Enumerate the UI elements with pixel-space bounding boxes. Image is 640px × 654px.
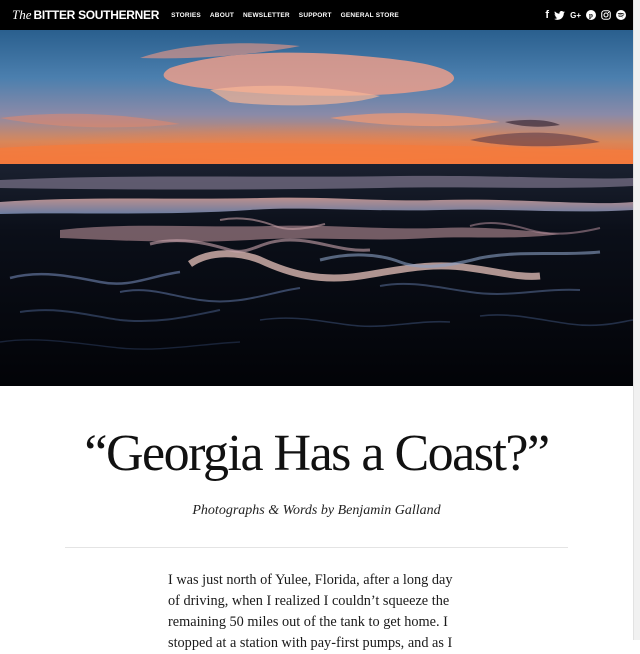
logo-the-text: The <box>12 7 32 22</box>
divider <box>65 547 568 548</box>
article-title: “Georgia Has a Coast?” <box>84 425 550 482</box>
instagram-icon[interactable] <box>601 10 611 20</box>
article-body-paragraph: I was just north of Yulee, Florida, afte… <box>168 572 453 651</box>
nav-about[interactable]: ABOUT <box>210 12 234 19</box>
nav-general-store[interactable]: GENERAL STORE <box>341 12 399 19</box>
google-plus-icon[interactable]: G+ <box>570 11 581 20</box>
logo-name-text: BITTER SOUTHERNER <box>33 8 160 22</box>
social-links: f G+ p <box>540 9 626 21</box>
aerial-marsh-sunset-photo <box>0 30 633 386</box>
nav-stories[interactable]: STORIES <box>171 12 201 19</box>
nav-support[interactable]: SUPPORT <box>299 12 332 19</box>
pinterest-icon[interactable]: p <box>586 10 596 20</box>
site-logo[interactable]: The BITTER SOUTHERNER <box>12 7 159 23</box>
twitter-icon[interactable] <box>554 10 565 20</box>
nav-newsletter[interactable]: NEWSLETTER <box>243 12 290 19</box>
scrollbar[interactable] <box>633 0 640 640</box>
hero-image <box>0 30 633 386</box>
facebook-icon[interactable]: f <box>545 9 549 21</box>
top-navigation-bar: The BITTER SOUTHERNER STORIES ABOUT NEWS… <box>0 0 633 30</box>
main-nav: STORIES ABOUT NEWSLETTER SUPPORT GENERAL… <box>171 12 408 19</box>
svg-text:p: p <box>589 12 593 20</box>
article-byline: Photographs & Words by Benjamin Galland <box>192 503 441 518</box>
spotify-icon[interactable] <box>616 10 626 20</box>
